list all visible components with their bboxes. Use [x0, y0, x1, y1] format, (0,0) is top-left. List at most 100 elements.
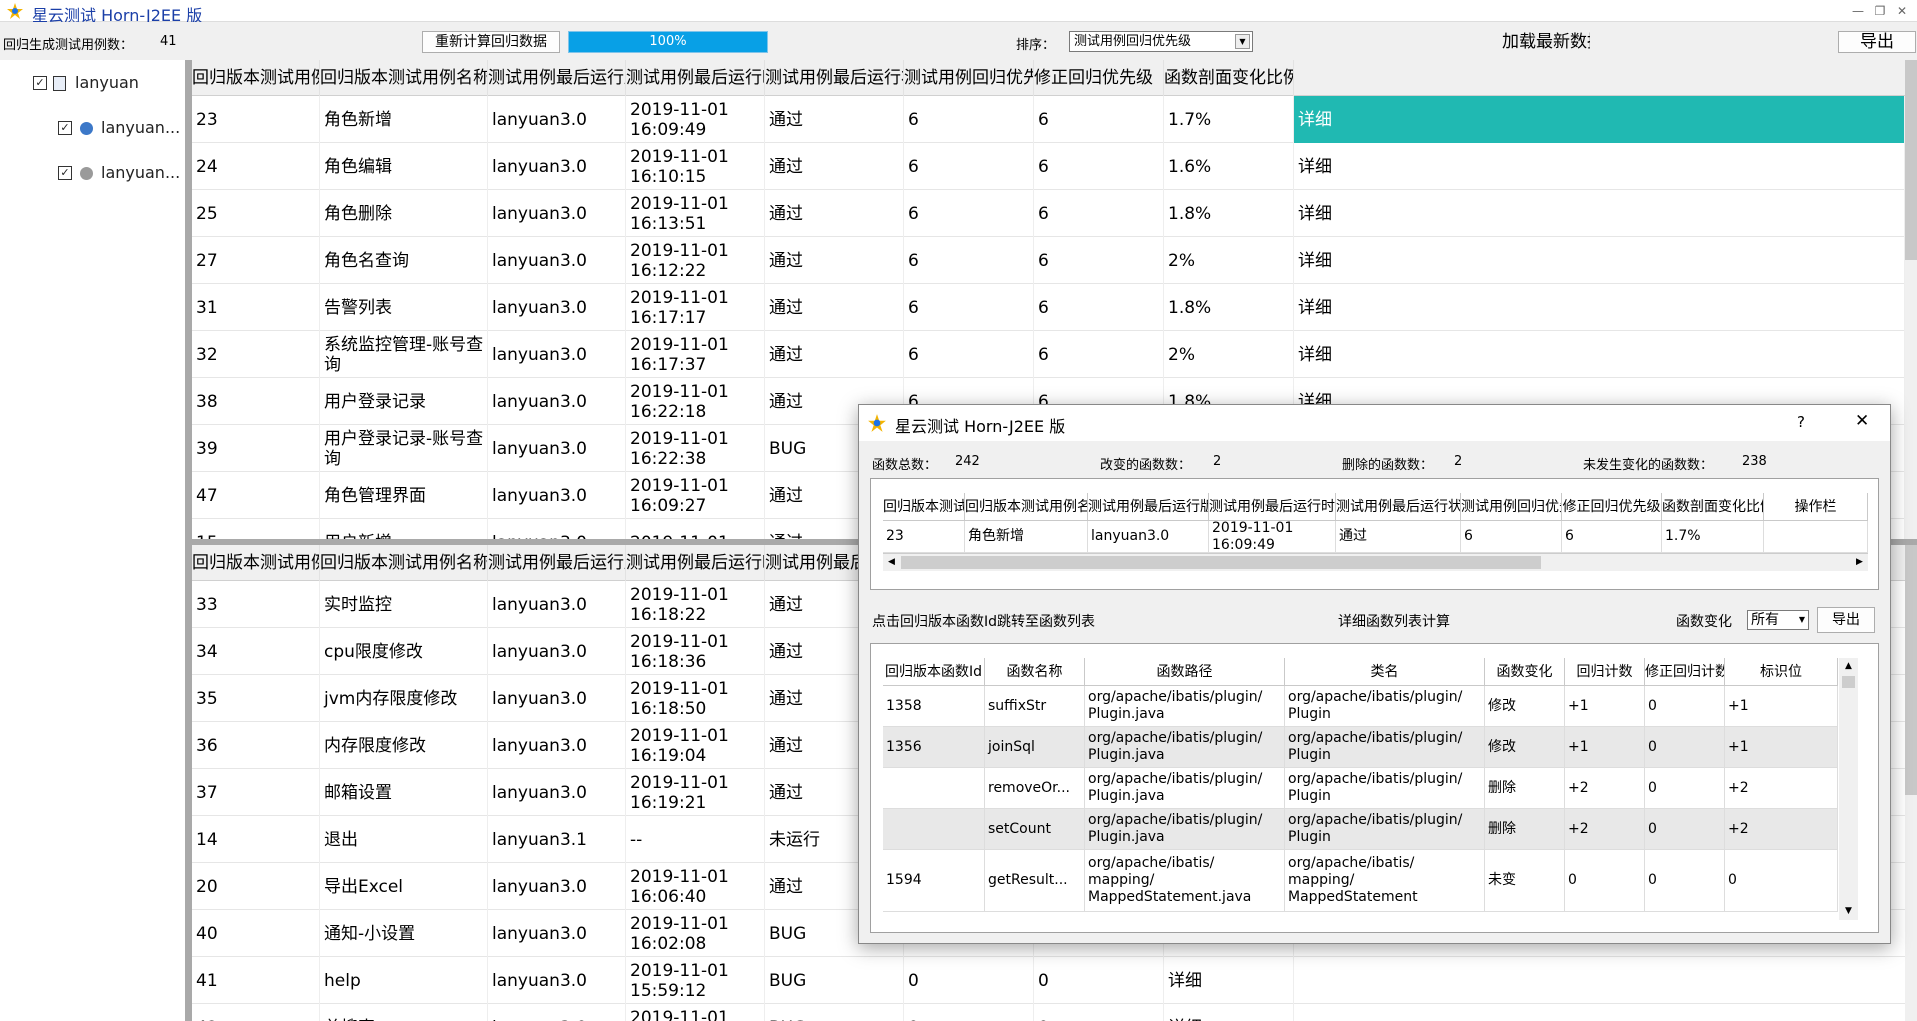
table-cell: 角色新增 [320, 96, 488, 143]
function-id-link[interactable] [883, 809, 985, 850]
col-header[interactable]: 函数变化 [1485, 658, 1565, 686]
table-row[interactable]: 23 角色新增 lanyuan3.0 2019-11-01 16:09:49 通过 6 6 1… [192, 96, 1905, 143]
detail-link[interactable]: 详细 [1294, 284, 1905, 331]
col-header[interactable]: 测试用例最后运行状态 [765, 60, 904, 96]
col-header[interactable]: 测试用例最后运行时间 [1209, 493, 1336, 521]
col-header[interactable]: 测试用例最后运行版本 [488, 545, 626, 581]
tree-child-2-checkbox[interactable]: ✓ [58, 166, 72, 180]
table-cell: -- [626, 816, 765, 863]
table-cell: 31 [192, 284, 320, 331]
table-cell: lanyuan3.0 [488, 331, 626, 378]
deleted-value: 2 [1454, 454, 1463, 469]
col-header[interactable]: 测试用例回归优先级 [1461, 493, 1562, 521]
scroll-up-icon[interactable]: ▲ [1840, 658, 1857, 675]
col-header[interactable]: 回归版本函数Id [883, 658, 985, 686]
table-cell: 通过 [765, 331, 904, 378]
table-cell: 6 [1034, 143, 1164, 190]
changed-label: 改变的函数数： [1100, 458, 1192, 473]
function-id-link[interactable]: 1358 [883, 686, 985, 727]
col-header[interactable]: 测试用例回归优先级 [904, 60, 1034, 96]
col-header[interactable]: 测试用例最后运行时间 [626, 545, 765, 581]
col-header[interactable]: 测试用例最后运行状态 [1336, 493, 1461, 521]
col-header[interactable]: 回归版本测试用例名称 [320, 60, 488, 96]
tree-child-1-checkbox[interactable]: ✓ [58, 121, 72, 135]
case-count-value: 41 [160, 34, 177, 49]
chevron-down-icon[interactable]: ▼ [1235, 34, 1250, 49]
help-icon[interactable]: ? [1797, 413, 1805, 431]
function-id-link[interactable]: 1594 [883, 850, 985, 912]
sort-select[interactable]: 测试用例回归优先级 ▼ [1069, 31, 1253, 52]
scroll-thumb[interactable] [1842, 676, 1855, 688]
func-change-select[interactable]: 所有 ▼ [1747, 610, 1809, 630]
detail-link[interactable]: 详细 [1294, 143, 1905, 190]
detail-link[interactable]: 详细 [1294, 237, 1905, 284]
table-row[interactable]: 42总搜索lanyuan3.02019-11-01 16:09:31BUG00详… [192, 1004, 1905, 1021]
vertical-splitter[interactable] [185, 60, 192, 1021]
detail-link[interactable]: 详细 [1164, 1004, 1294, 1021]
minimize-icon[interactable]: — [1848, 1, 1868, 21]
load-latest-button[interactable]: 加载最新数据 [1501, 31, 1591, 53]
function-cell: 删除 [1485, 768, 1565, 809]
close-icon[interactable]: ✕ [1892, 1, 1912, 21]
col-header[interactable]: 回归版本测试用例Id [192, 545, 320, 581]
scroll-thumb[interactable] [901, 556, 1541, 569]
col-header[interactable]: 操作栏 [1764, 493, 1868, 521]
col-header[interactable]: 回归版本测试用例Id [883, 493, 965, 521]
table-cell: 24 [192, 143, 320, 190]
col-header[interactable]: 回归计数 [1565, 658, 1645, 686]
table-cell: 6 [904, 96, 1034, 143]
col-header[interactable]: 函数剖面变化比例 [1164, 60, 1294, 96]
function-id-link[interactable] [883, 768, 985, 809]
table-row[interactable]: 31 告警列表 lanyuan3.0 2019-11-01 16:17:17 通过 6 6 1… [192, 284, 1905, 331]
function-id-link[interactable]: 1356 [883, 727, 985, 768]
chevron-down-icon[interactable]: ▼ [1799, 611, 1805, 629]
detail-link[interactable]: 详细 [1294, 190, 1905, 237]
detail-link[interactable]: 详细 [1294, 331, 1905, 378]
dialog-close-icon[interactable]: ✕ [1855, 411, 1869, 431]
col-header[interactable]: 回归版本测试用例名称 [320, 545, 488, 581]
table-row[interactable]: 41 help lanyuan3.0 2019-11-01 15:59:12 BUG 0 0… [192, 957, 1905, 1004]
detail-link[interactable]: 详细 [1294, 96, 1905, 143]
table-row[interactable]: 25 角色删除 lanyuan3.0 2019-11-01 16:13:51 通过 6 6 1… [192, 190, 1905, 237]
case-cell[interactable]: 23 [883, 521, 965, 553]
dialog-export-button[interactable]: 导出 [1817, 607, 1875, 633]
jump-hint: 点击回归版本函数Id跳转至函数列表 [872, 614, 1096, 630]
col-header[interactable]: 修正回归计数 [1645, 658, 1725, 686]
scroll-right-icon[interactable]: ▶ [1851, 554, 1868, 571]
table-cell: 0 [1034, 1004, 1164, 1021]
function-cell: 0 [1645, 809, 1725, 850]
function-vscrollbar[interactable]: ▲ ▼ [1839, 658, 1858, 920]
function-cell: org/apache/ibatis/plugin/ Plugin.java [1085, 686, 1285, 727]
top-grid-scrollbar[interactable] [1905, 60, 1917, 260]
tree-root-checkbox[interactable]: ✓ [33, 76, 47, 90]
function-cell: org/apache/ibatis/ mapping/ MappedStatem… [1285, 850, 1485, 912]
col-header[interactable]: 函数名称 [985, 658, 1085, 686]
col-header[interactable]: 测试用例最后运行时间 [626, 60, 765, 96]
detail-link[interactable]: 详细 [1164, 957, 1294, 1004]
export-button[interactable]: 导出 [1838, 31, 1916, 53]
case-hscrollbar[interactable]: ◀ ▶ [883, 553, 1868, 571]
scroll-down-icon[interactable]: ▼ [1840, 903, 1857, 920]
col-header[interactable]: 测试用例最后运行版本 [488, 60, 626, 96]
case-count-label: 回归生成测试用例数： [3, 38, 134, 53]
table-cell: 2019-11-01 16:02:08 [626, 910, 765, 957]
scroll-left-icon[interactable]: ◀ [883, 554, 900, 571]
table-row[interactable]: 27 角色名查询 lanyuan3.0 2019-11-01 16:12:22 通过 6 6… [192, 237, 1905, 284]
recalc-button[interactable]: 重新计算回归数据 [422, 31, 560, 53]
col-header[interactable]: 标识位 [1725, 658, 1838, 686]
table-row[interactable]: 24 角色编辑 lanyuan3.0 2019-11-01 16:10:15 通过 6 6 1… [192, 143, 1905, 190]
col-header[interactable]: 回归版本测试用例Id [192, 60, 320, 96]
bottom-grid-scrollbar[interactable] [1905, 545, 1917, 795]
case-summary-table: 回归版本测试用例Id 回归版本测试用例名称 测试用例最后运行版本 测试用例最后运… [883, 493, 1868, 553]
table-cell: 2019-11-01 [626, 519, 765, 539]
col-header[interactable]: 函数路径 [1085, 658, 1285, 686]
col-header[interactable]: 修正回归优先级 [1562, 493, 1662, 521]
restore-icon[interactable]: ❐ [1870, 1, 1890, 21]
col-header[interactable]: 函数剖面变化比例 [1662, 493, 1764, 521]
col-header[interactable]: 修正回归优先级 [1034, 60, 1164, 96]
table-row[interactable]: 32 系统监控管理-账号查询 lanyuan3.0 2019-11-01 16:17:… [192, 331, 1905, 378]
col-header[interactable]: 测试用例最后运行版本 [1088, 493, 1209, 521]
col-header[interactable]: 类名 [1285, 658, 1485, 686]
col-header[interactable]: 回归版本测试用例名称 [965, 493, 1088, 521]
table-cell: 2019-11-01 16:18:22 [626, 581, 765, 628]
